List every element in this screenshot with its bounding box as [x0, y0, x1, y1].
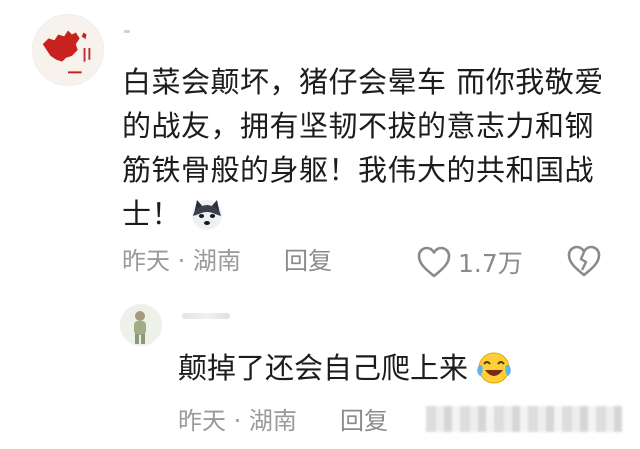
heart-icon	[417, 246, 451, 278]
meta-separator: ·	[233, 407, 242, 435]
commenter-name[interactable]	[124, 30, 130, 33]
comment-line: 士！	[122, 192, 622, 236]
like-button[interactable]: 1.7万	[416, 244, 523, 280]
like-count: 1.7万	[458, 249, 523, 278]
reply-text: 颠掉了还会自己爬上来	[178, 351, 469, 385]
reply-body: 颠掉了还会自己爬上来	[178, 348, 512, 388]
reply-location: 湖南	[248, 407, 297, 435]
comment-line: 筋铁骨般的身躯！我伟大的共和国战	[122, 153, 595, 187]
comment-line-text: 士！	[122, 197, 182, 231]
blurred-watermark	[426, 406, 622, 432]
comment-line: 白菜会颠坏，猪仔会晕车 而你我敬爱	[122, 65, 604, 99]
person-photo-icon	[120, 304, 162, 346]
reply-button[interactable]: 回复	[284, 246, 332, 276]
meta-separator: ·	[177, 247, 186, 275]
comment-location: 湖南	[192, 247, 241, 275]
dislike-button[interactable]	[566, 244, 602, 278]
replier-avatar[interactable]	[120, 304, 162, 346]
laugh-cry-emoji-icon	[476, 350, 512, 386]
comment-body: 白菜会颠坏，猪仔会晕车 而你我敬爱 的战友，拥有坚韧不拔的意志力和钢 筋铁骨般的…	[122, 60, 622, 236]
reply-time: 昨天	[178, 407, 226, 435]
comment-time: 昨天	[122, 247, 170, 275]
commenter-avatar[interactable]	[32, 14, 104, 86]
reply-meta: 昨天 · 湖南	[178, 406, 297, 436]
comment-meta: 昨天 · 湖南	[122, 246, 241, 276]
reply-reply-button[interactable]: 回复	[340, 406, 388, 436]
broken-heart-icon	[567, 245, 601, 277]
replier-name[interactable]	[182, 313, 230, 319]
wolf-dog-emoji-icon	[189, 196, 225, 232]
comment-line: 的战友，拥有坚韧不拔的意志力和钢	[122, 109, 595, 143]
china-map-icon	[33, 15, 103, 85]
